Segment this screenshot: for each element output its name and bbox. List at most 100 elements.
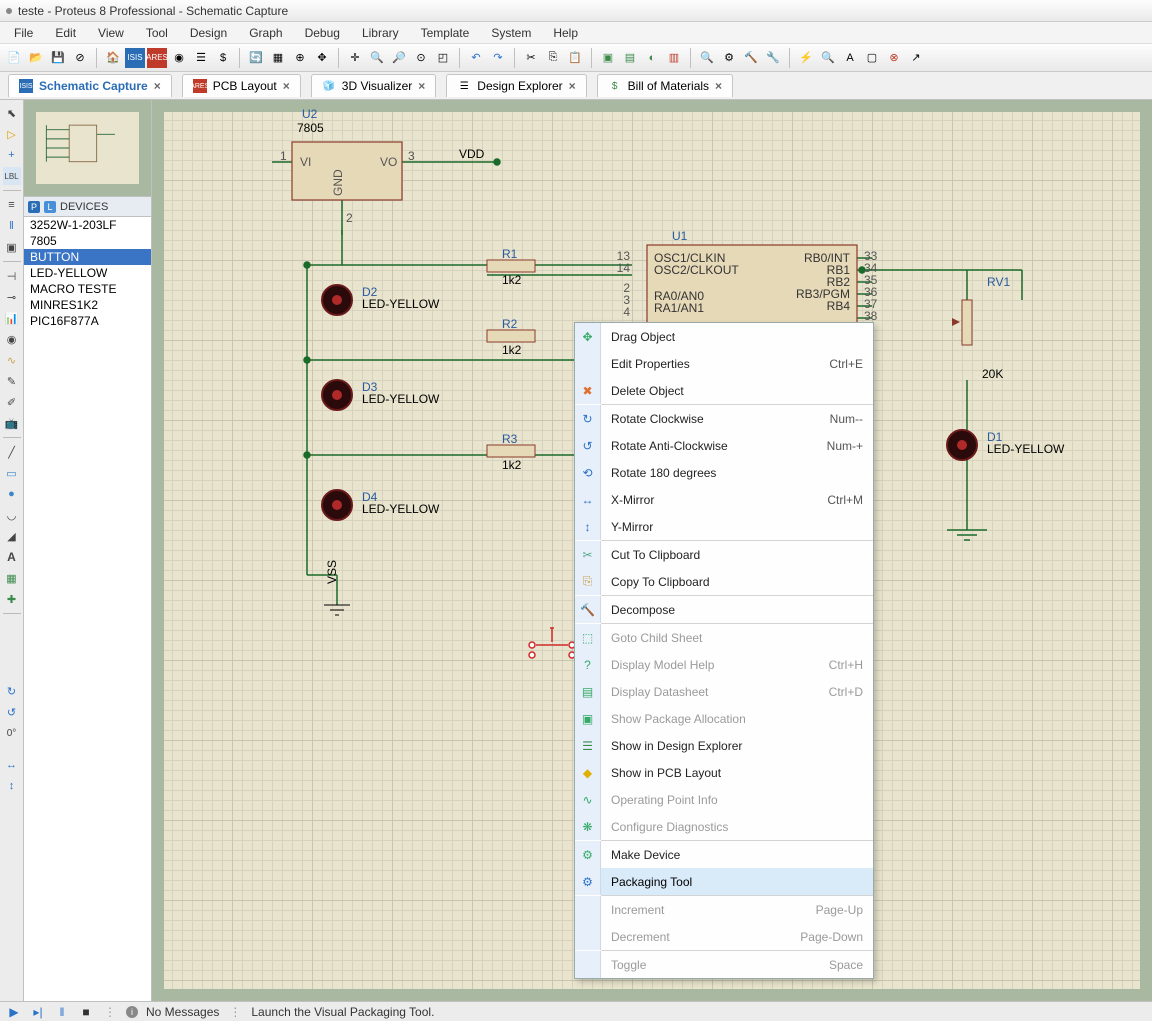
open-icon[interactable]: 📂 bbox=[26, 48, 46, 68]
redo-icon[interactable]: ↷ bbox=[488, 48, 508, 68]
exit-icon[interactable]: ↗ bbox=[906, 48, 926, 68]
menu-system[interactable]: System bbox=[481, 24, 541, 42]
undo-icon[interactable]: ↶ bbox=[466, 48, 486, 68]
text-2d-icon[interactable]: A bbox=[3, 548, 21, 566]
menu-item-x-mirror[interactable]: ↔X-MirrorCtrl+M bbox=[575, 486, 873, 513]
p-icon[interactable]: P bbox=[28, 201, 40, 213]
arc-2d-icon[interactable]: ◡ bbox=[3, 506, 21, 524]
zoom-area-icon[interactable]: ◰ bbox=[433, 48, 453, 68]
probe-i-icon[interactable]: ✐ bbox=[3, 393, 21, 411]
close-icon[interactable]: × bbox=[154, 79, 161, 93]
menu-item-cut-to-clipboard[interactable]: ✂Cut To Clipboard bbox=[575, 541, 873, 568]
symbol-2d-icon[interactable]: ▦ bbox=[3, 569, 21, 587]
menu-item-rotate-180-degrees[interactable]: ⟲Rotate 180 degrees bbox=[575, 459, 873, 486]
bom-icon[interactable]: $ bbox=[213, 48, 233, 68]
close-icon[interactable]: ⊘ bbox=[70, 48, 90, 68]
menu-graph[interactable]: Graph bbox=[239, 24, 292, 42]
block-delete-icon[interactable]: ▥ bbox=[664, 48, 684, 68]
device-item[interactable]: BUTTON bbox=[24, 249, 151, 265]
menu-item-rotate-clockwise[interactable]: ↻Rotate ClockwiseNum-- bbox=[575, 405, 873, 432]
remove-sheet-icon[interactable]: ⊗ bbox=[884, 48, 904, 68]
search-icon[interactable]: 🔍 bbox=[818, 48, 838, 68]
browse-icon[interactable]: ☰ bbox=[191, 48, 211, 68]
terminal-icon[interactable]: ⊣ bbox=[3, 267, 21, 285]
close-icon[interactable]: × bbox=[283, 79, 290, 93]
menu-item-show-in-pcb-layout[interactable]: ◆Show in PCB Layout bbox=[575, 759, 873, 786]
device-pin-icon[interactable]: ⊸ bbox=[3, 288, 21, 306]
selection-mode-icon[interactable]: ⬉ bbox=[3, 104, 21, 122]
rotate-cw-icon[interactable]: ↻ bbox=[3, 682, 21, 700]
instrument-icon[interactable]: 📺 bbox=[3, 414, 21, 432]
line-2d-icon[interactable]: ╱ bbox=[3, 443, 21, 461]
refresh-icon[interactable]: 🔄 bbox=[246, 48, 266, 68]
play-icon[interactable]: ▶ bbox=[6, 1004, 22, 1020]
menu-design[interactable]: Design bbox=[180, 24, 237, 42]
device-item[interactable]: LED-YELLOW bbox=[24, 265, 151, 281]
ares-icon[interactable]: ARES bbox=[147, 48, 167, 68]
menu-help[interactable]: Help bbox=[543, 24, 588, 42]
junction-icon[interactable]: + bbox=[3, 146, 21, 164]
text-script-icon[interactable]: ≡ bbox=[3, 196, 21, 214]
schematic-canvas[interactable]: U2 7805 VI VO GND 1 3 VDD 2 U1 13 14 2 3… bbox=[152, 100, 1152, 1001]
tape-icon[interactable]: ◉ bbox=[3, 330, 21, 348]
device-item[interactable]: MACRO TESTE bbox=[24, 281, 151, 297]
marker-icon[interactable]: ✚ bbox=[3, 590, 21, 608]
decompose-icon[interactable]: 🔨 bbox=[741, 48, 761, 68]
menu-item-edit-properties[interactable]: Edit PropertiesCtrl+E bbox=[575, 350, 873, 377]
menu-item-rotate-anti-clockwise[interactable]: ↺Rotate Anti-ClockwiseNum-+ bbox=[575, 432, 873, 459]
menu-item-make-device[interactable]: ⚙Make Device bbox=[575, 841, 873, 868]
zoom-in-icon[interactable]: 🔍 bbox=[367, 48, 387, 68]
save-icon[interactable]: 💾 bbox=[48, 48, 68, 68]
tab-design-explorer[interactable]: ☰Design Explorer× bbox=[446, 74, 586, 97]
tab-schematic-capture[interactable]: ISISSchematic Capture× bbox=[8, 74, 172, 97]
isis-icon[interactable]: ISIS bbox=[125, 48, 145, 68]
device-item[interactable]: PIC16F877A bbox=[24, 313, 151, 329]
step-icon[interactable]: ▸| bbox=[30, 1004, 46, 1020]
paste-icon[interactable]: 📋 bbox=[565, 48, 585, 68]
home-icon[interactable]: 🏠 bbox=[103, 48, 123, 68]
v3d-icon[interactable]: ◉ bbox=[169, 48, 189, 68]
component-mode-icon[interactable]: ▷ bbox=[3, 125, 21, 143]
menu-edit[interactable]: Edit bbox=[45, 24, 86, 42]
l-icon[interactable]: L bbox=[44, 201, 56, 213]
probe-v-icon[interactable]: ✎ bbox=[3, 372, 21, 390]
bus-icon[interactable]: ‖ bbox=[3, 217, 21, 235]
menu-item-show-in-design-explorer[interactable]: ☰Show in Design Explorer bbox=[575, 732, 873, 759]
pause-icon[interactable]: ‖ bbox=[54, 1004, 70, 1020]
tool-icon[interactable]: 🔧 bbox=[763, 48, 783, 68]
device-item[interactable]: 7805 bbox=[24, 233, 151, 249]
menu-item-drag-object[interactable]: ✥Drag Object bbox=[575, 323, 873, 350]
menu-item-delete-object[interactable]: ✖Delete Object bbox=[575, 377, 873, 404]
origin-icon[interactable]: ⊕ bbox=[290, 48, 310, 68]
close-icon[interactable]: × bbox=[569, 79, 576, 93]
menu-item-y-mirror[interactable]: ↕Y-Mirror bbox=[575, 513, 873, 540]
close-icon[interactable]: × bbox=[715, 79, 722, 93]
menu-tool[interactable]: Tool bbox=[136, 24, 178, 42]
new-sheet-icon[interactable]: ▢ bbox=[862, 48, 882, 68]
stop-icon[interactable]: ■ bbox=[78, 1004, 94, 1020]
generator-icon[interactable]: ∿ bbox=[3, 351, 21, 369]
overview-window[interactable] bbox=[24, 100, 151, 196]
zoom-out-icon[interactable]: 🔎 bbox=[389, 48, 409, 68]
tab-bill-of-materials[interactable]: $Bill of Materials× bbox=[597, 74, 733, 97]
pan-icon[interactable]: ✥ bbox=[312, 48, 332, 68]
package-icon[interactable]: ⚙ bbox=[719, 48, 739, 68]
mirror-y-icon[interactable]: ↕ bbox=[3, 777, 21, 795]
rotate-ccw-icon[interactable]: ↺ bbox=[3, 703, 21, 721]
block-move-icon[interactable]: ▤ bbox=[620, 48, 640, 68]
menu-item-packaging-tool[interactable]: ⚙Packaging Tool bbox=[575, 868, 873, 895]
tab-pcb-layout[interactable]: ARESPCB Layout× bbox=[182, 74, 301, 97]
graph-icon[interactable]: 📊 bbox=[3, 309, 21, 327]
label-icon[interactable]: LBL bbox=[3, 167, 21, 185]
menu-view[interactable]: View bbox=[88, 24, 134, 42]
subcircuit-icon[interactable]: ▣ bbox=[3, 238, 21, 256]
tab-3d-visualizer[interactable]: 🧊3D Visualizer× bbox=[311, 74, 437, 97]
box-2d-icon[interactable]: ▭ bbox=[3, 464, 21, 482]
menu-item-copy-to-clipboard[interactable]: ⎘Copy To Clipboard bbox=[575, 568, 873, 595]
block-copy-icon[interactable]: ▣ bbox=[598, 48, 618, 68]
pick-icon[interactable]: 🔍 bbox=[697, 48, 717, 68]
device-item[interactable]: 3252W-1-203LF bbox=[24, 217, 151, 233]
circle-2d-icon[interactable]: ● bbox=[3, 485, 21, 503]
grid-icon[interactable]: ▦ bbox=[268, 48, 288, 68]
property-assign-icon[interactable]: A bbox=[840, 48, 860, 68]
